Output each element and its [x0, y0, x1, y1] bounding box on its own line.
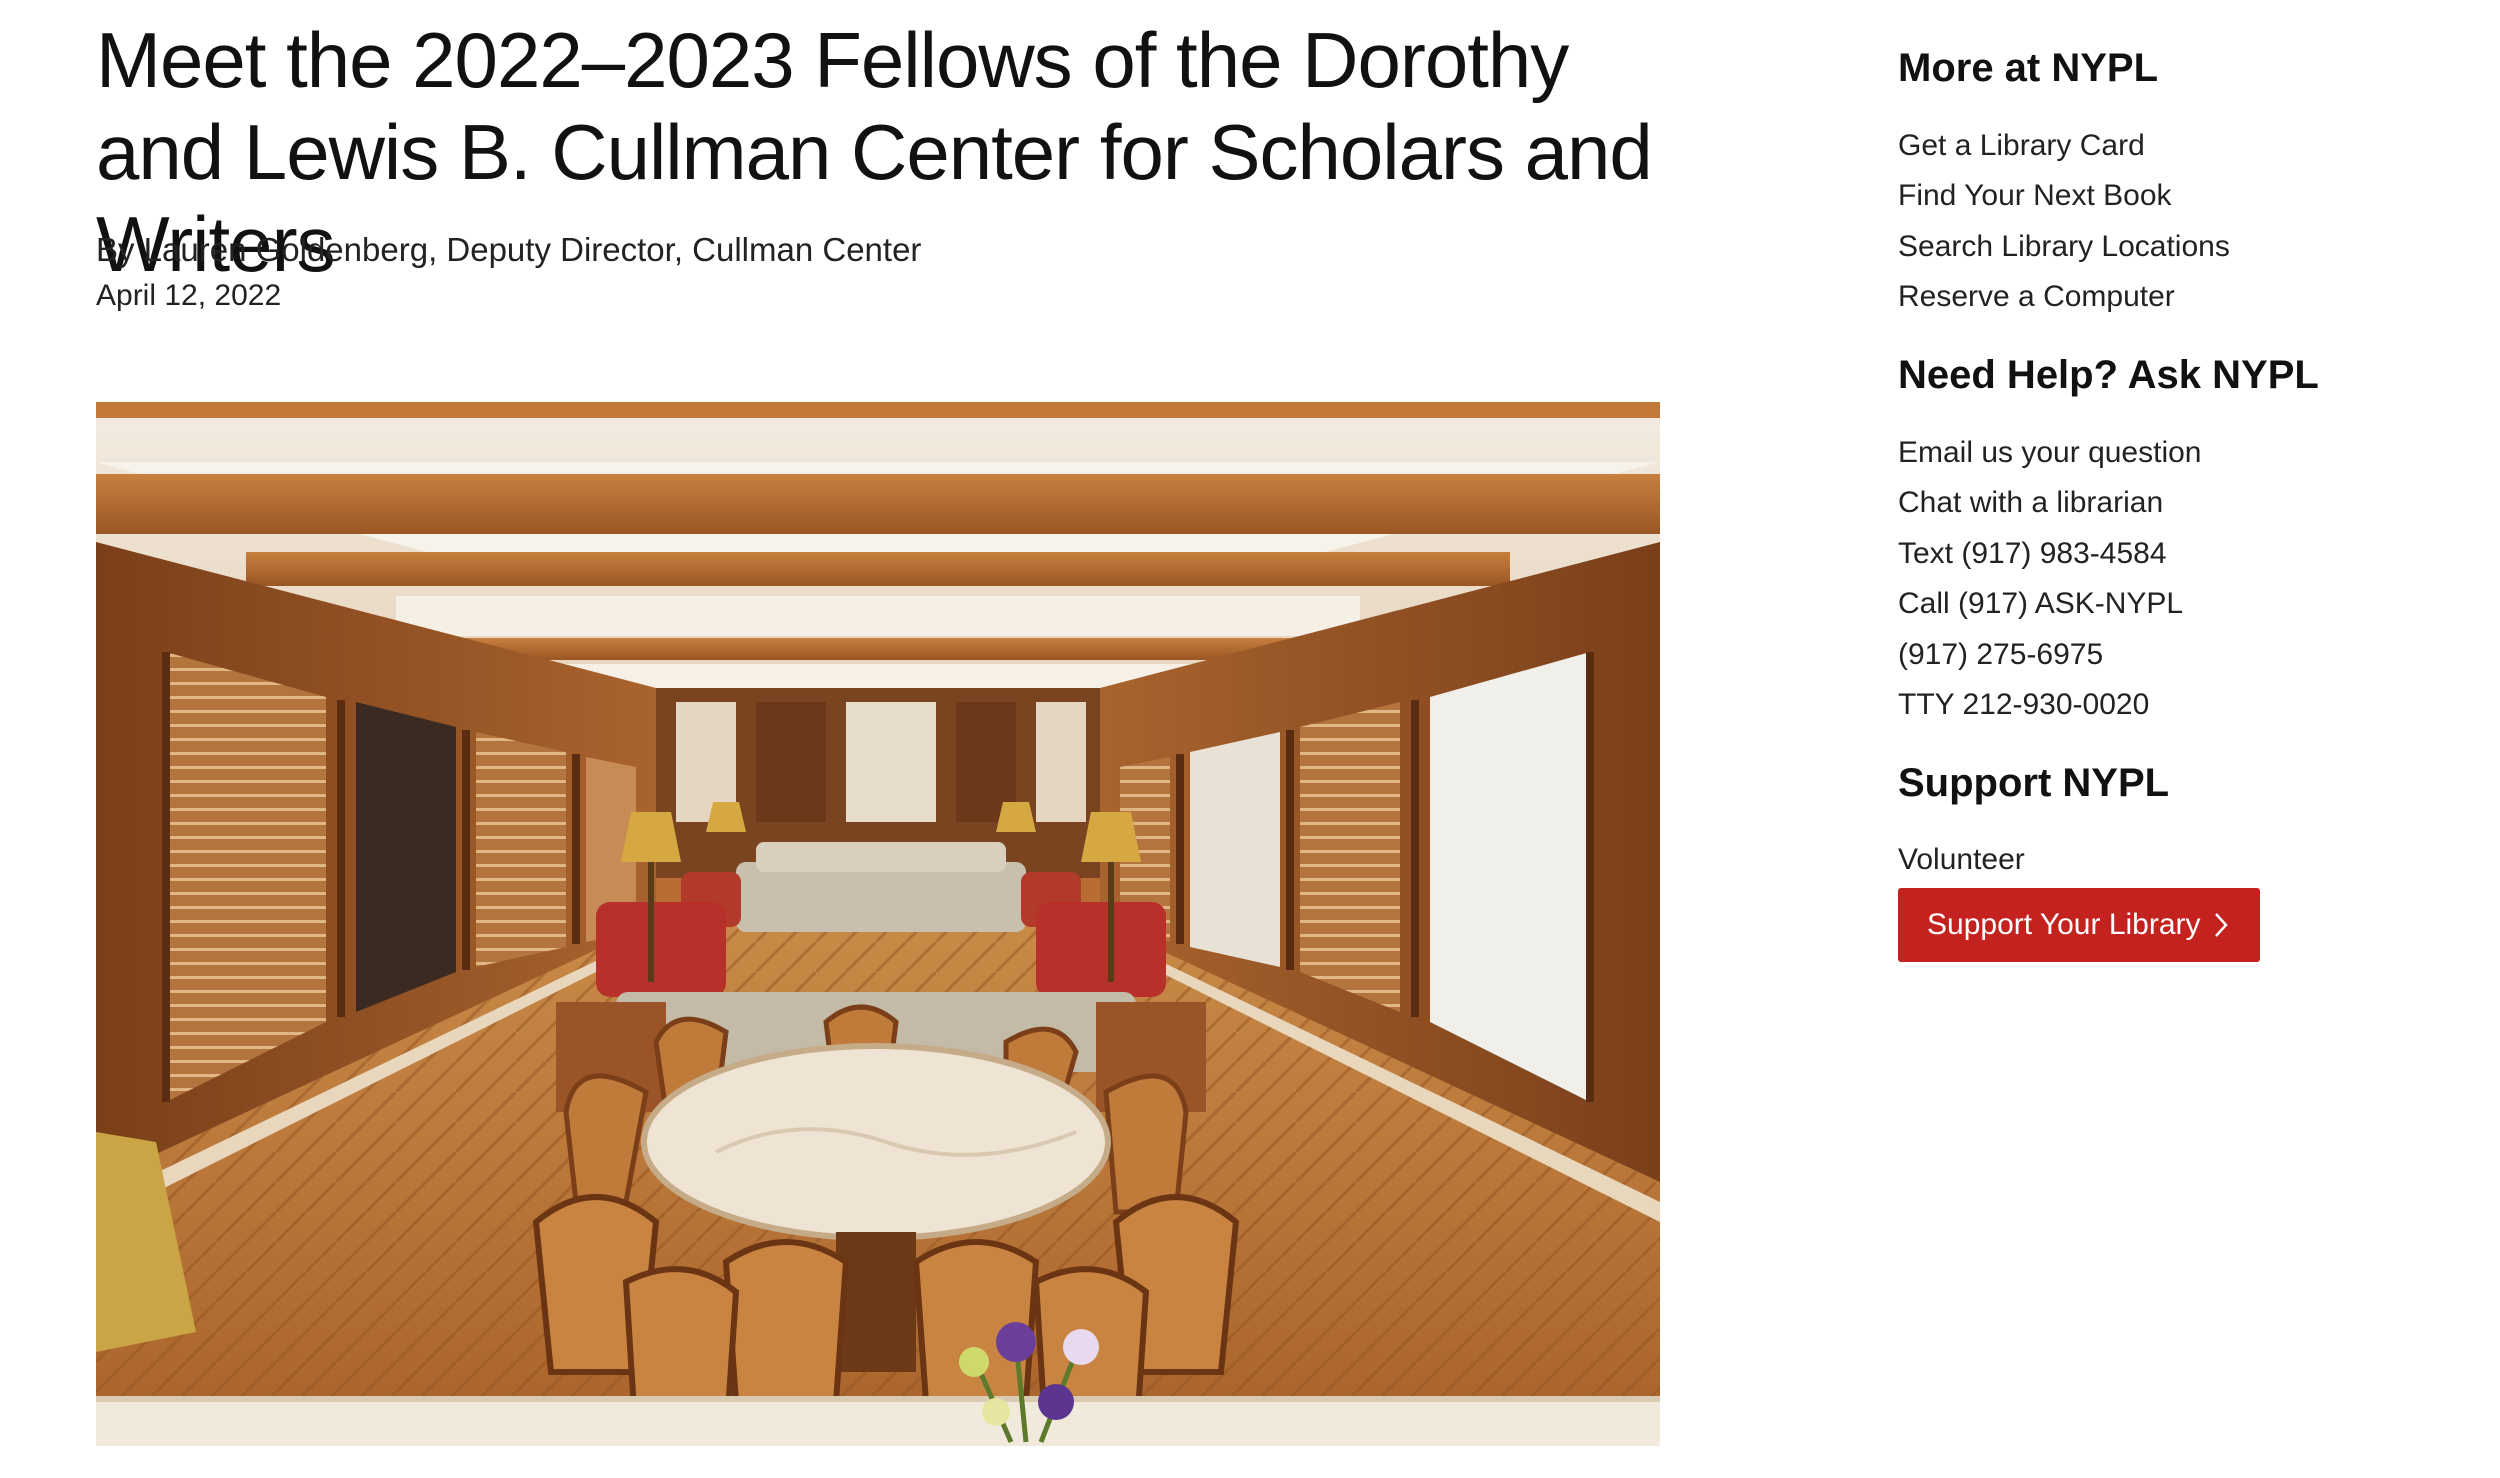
need-help-heading: Need Help? Ask NYPL: [1898, 353, 2319, 397]
hero-image-cullman-center-reading-room: [96, 402, 1660, 1446]
chat-librarian-link[interactable]: Chat with a librarian: [1898, 483, 2163, 523]
reserve-computer-link[interactable]: Reserve a Computer: [1898, 277, 2175, 317]
chevron-right-icon: [2213, 911, 2229, 939]
search-library-locations-link[interactable]: Search Library Locations: [1898, 227, 2230, 267]
article-date: April 12, 2022: [96, 279, 282, 312]
email-question-link[interactable]: Email us your question: [1898, 433, 2202, 473]
more-at-nypl-heading: More at NYPL: [1898, 46, 2159, 90]
alt-phone-link[interactable]: (917) 275-6975: [1898, 635, 2103, 675]
get-library-card-link[interactable]: Get a Library Card: [1898, 126, 2145, 166]
support-nypl-heading: Support NYPL: [1898, 761, 2170, 805]
volunteer-link[interactable]: Volunteer: [1898, 840, 2025, 880]
tty-number-link[interactable]: TTY 212-930-0020: [1898, 685, 2149, 725]
find-next-book-link[interactable]: Find Your Next Book: [1898, 176, 2172, 216]
article-byline: By Lauren Goldenberg, Deputy Director, C…: [96, 231, 922, 268]
text-number-link[interactable]: Text (917) 983-4584: [1898, 534, 2167, 574]
call-number-link[interactable]: Call (917) ASK-NYPL: [1898, 584, 2183, 624]
support-button-label: Support Your Library: [1927, 908, 2201, 941]
support-your-library-button[interactable]: Support Your Library: [1898, 888, 2260, 962]
